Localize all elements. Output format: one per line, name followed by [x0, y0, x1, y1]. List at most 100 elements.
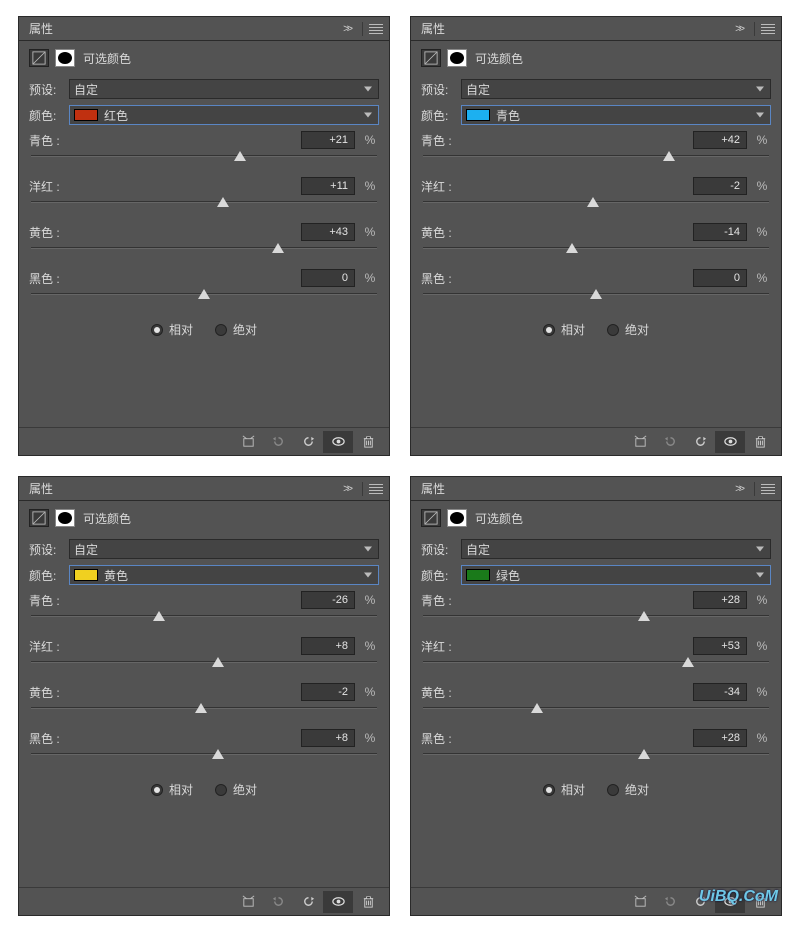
previous-icon[interactable] — [655, 431, 685, 453]
menu-icon[interactable] — [761, 484, 775, 494]
percent-label: % — [753, 731, 771, 745]
absolute-radio[interactable]: 绝对 — [607, 781, 649, 798]
color-select[interactable]: 青色 — [461, 105, 771, 125]
yellow-value[interactable]: -14 — [693, 223, 747, 241]
cyan-slider[interactable] — [31, 151, 377, 169]
visibility-icon[interactable] — [323, 891, 353, 913]
collapse-icon[interactable]: >> — [343, 483, 350, 495]
cyan-label: 青色 : — [29, 132, 73, 149]
yellow-slider[interactable] — [423, 243, 769, 261]
absolute-radio[interactable]: 绝对 — [607, 321, 649, 338]
preset-select[interactable]: 自定 — [461, 79, 771, 99]
black-value[interactable]: 0 — [693, 269, 747, 287]
previous-icon[interactable] — [655, 891, 685, 913]
black-slider[interactable] — [31, 289, 377, 307]
magenta-slider[interactable] — [423, 657, 769, 675]
black-row: 黑色 : 0 % — [29, 269, 379, 287]
cyan-value[interactable]: +28 — [693, 591, 747, 609]
yellow-slider[interactable] — [31, 243, 377, 261]
yellow-label: 黄色 : — [421, 684, 465, 701]
color-select[interactable]: 黄色 — [69, 565, 379, 585]
color-name: 红色 — [104, 107, 128, 124]
clip-icon[interactable] — [625, 891, 655, 913]
cyan-slider[interactable] — [31, 611, 377, 629]
visibility-icon[interactable] — [715, 431, 745, 453]
percent-label: % — [361, 225, 379, 239]
black-slider[interactable] — [423, 289, 769, 307]
trash-icon[interactable] — [353, 891, 383, 913]
preset-value: 自定 — [466, 541, 490, 558]
clip-icon[interactable] — [233, 431, 263, 453]
magenta-value[interactable]: +8 — [301, 637, 355, 655]
yellow-row: 黄色 : +43 % — [29, 223, 379, 241]
black-value[interactable]: +8 — [301, 729, 355, 747]
black-label: 黑色 : — [29, 270, 73, 287]
reset-icon[interactable] — [293, 431, 323, 453]
black-value[interactable]: +28 — [693, 729, 747, 747]
black-value[interactable]: 0 — [301, 269, 355, 287]
absolute-radio[interactable]: 绝对 — [215, 781, 257, 798]
panel-footer — [19, 887, 389, 915]
relative-radio[interactable]: 相对 — [151, 781, 193, 798]
yellow-value[interactable]: +43 — [301, 223, 355, 241]
reset-icon[interactable] — [293, 891, 323, 913]
adjustment-icon — [421, 49, 441, 67]
magenta-value[interactable]: +53 — [693, 637, 747, 655]
reset-icon[interactable] — [685, 431, 715, 453]
panel-titlebar: 属性 >> — [411, 17, 781, 41]
cyan-value[interactable]: +21 — [301, 131, 355, 149]
clip-icon[interactable] — [233, 891, 263, 913]
preset-select[interactable]: 自定 — [69, 539, 379, 559]
preset-select[interactable]: 自定 — [461, 539, 771, 559]
relative-radio[interactable]: 相对 — [543, 781, 585, 798]
color-label: 颜色: — [421, 107, 455, 124]
cyan-row: 青色 : -26 % — [29, 591, 379, 609]
trash-icon[interactable] — [745, 431, 775, 453]
previous-icon[interactable] — [263, 431, 293, 453]
magenta-label: 洋红 : — [421, 178, 465, 195]
method-radios: 相对 绝对 — [29, 781, 379, 798]
collapse-icon[interactable]: >> — [735, 483, 742, 495]
relative-radio[interactable]: 相对 — [543, 321, 585, 338]
absolute-radio[interactable]: 绝对 — [215, 321, 257, 338]
relative-radio[interactable]: 相对 — [151, 321, 193, 338]
method-radios: 相对 绝对 — [421, 321, 771, 338]
preset-select[interactable]: 自定 — [69, 79, 379, 99]
collapse-icon[interactable]: >> — [735, 23, 742, 35]
cyan-value[interactable]: +42 — [693, 131, 747, 149]
magenta-value[interactable]: -2 — [693, 177, 747, 195]
mask-icon — [55, 49, 75, 67]
menu-icon[interactable] — [761, 24, 775, 34]
trash-icon[interactable] — [353, 431, 383, 453]
cyan-slider[interactable] — [423, 611, 769, 629]
magenta-value[interactable]: +11 — [301, 177, 355, 195]
yellow-slider[interactable] — [31, 703, 377, 721]
percent-label: % — [361, 179, 379, 193]
color-name: 青色 — [496, 107, 520, 124]
panel-subtitle: 可选颜色 — [83, 50, 131, 67]
menu-icon[interactable] — [369, 484, 383, 494]
black-slider[interactable] — [31, 749, 377, 767]
magenta-slider[interactable] — [423, 197, 769, 215]
chevron-down-icon — [364, 87, 372, 92]
clip-icon[interactable] — [625, 431, 655, 453]
magenta-slider[interactable] — [31, 197, 377, 215]
yellow-value[interactable]: -34 — [693, 683, 747, 701]
black-row: 黑色 : +8 % — [29, 729, 379, 747]
yellow-slider[interactable] — [423, 703, 769, 721]
yellow-value[interactable]: -2 — [301, 683, 355, 701]
magenta-slider[interactable] — [31, 657, 377, 675]
color-row: 颜色: 黄色 — [29, 565, 379, 585]
panel-titlebar: 属性 >> — [19, 17, 389, 41]
previous-icon[interactable] — [263, 891, 293, 913]
magenta-label: 洋红 : — [29, 178, 73, 195]
menu-icon[interactable] — [369, 24, 383, 34]
color-select[interactable]: 红色 — [69, 105, 379, 125]
color-select[interactable]: 绿色 — [461, 565, 771, 585]
collapse-icon[interactable]: >> — [343, 23, 350, 35]
visibility-icon[interactable] — [323, 431, 353, 453]
cyan-slider[interactable] — [423, 151, 769, 169]
preset-label: 预设: — [29, 81, 63, 98]
cyan-value[interactable]: -26 — [301, 591, 355, 609]
black-slider[interactable] — [423, 749, 769, 767]
